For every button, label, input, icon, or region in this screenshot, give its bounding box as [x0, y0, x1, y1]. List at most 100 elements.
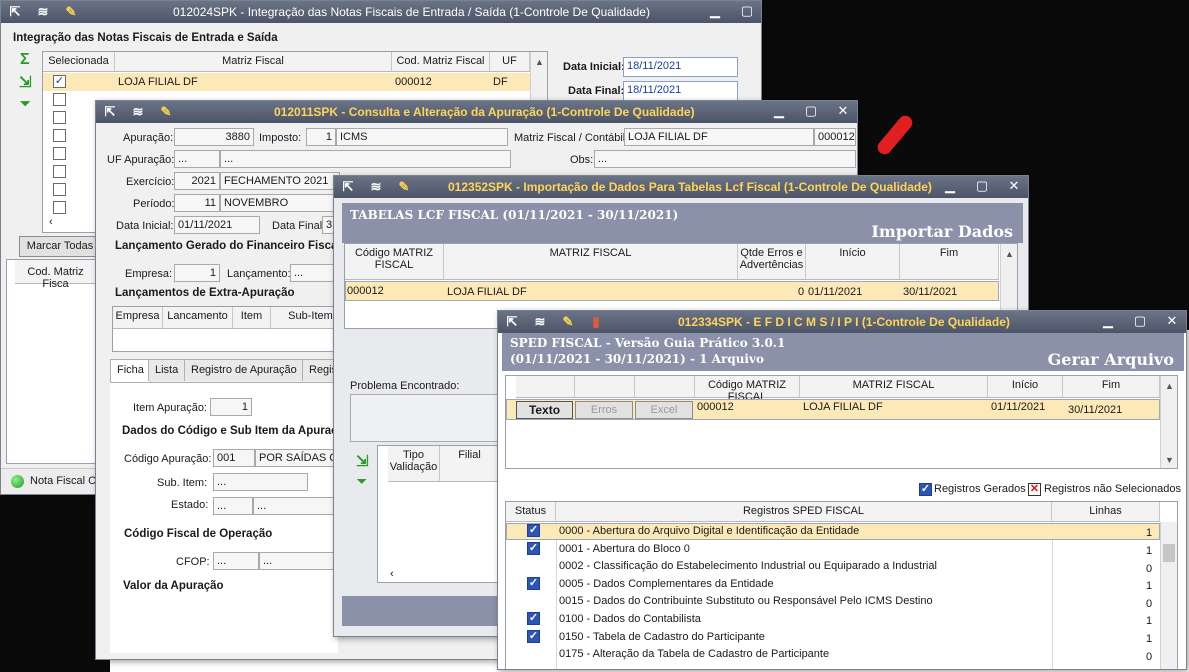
- col-matriz-fiscal[interactable]: MATRIZ FISCAL: [800, 376, 988, 398]
- lancamento-field[interactable]: ...: [290, 264, 338, 282]
- importar-dados-action[interactable]: Importar Dados: [871, 222, 1013, 241]
- window-titlebar[interactable]: ⇱ ≋ ✎ 012011SPK - Consulta e Alteração d…: [96, 101, 857, 123]
- col-linhas[interactable]: Linhas: [1052, 502, 1160, 522]
- row-checkbox[interactable]: [53, 111, 66, 124]
- wrench-icon[interactable]: ✎: [63, 4, 79, 20]
- extra-apuracao-grid[interactable]: Empresa Lancamento Item Sub-Item: [112, 306, 350, 352]
- sigma-icon[interactable]: Σ: [20, 51, 30, 69]
- settings-icon[interactable]: ≋: [532, 314, 548, 330]
- col-codigo-matriz[interactable]: Código MATRIZ FISCAL: [695, 376, 800, 403]
- status-checkbox[interactable]: ✓: [527, 612, 540, 625]
- status-checkbox[interactable]: ✓: [527, 524, 540, 537]
- close-button[interactable]: ✕: [1164, 313, 1180, 329]
- book-icon[interactable]: ▮: [588, 314, 604, 330]
- close-button[interactable]: ✕: [835, 103, 851, 119]
- scroll-left-icon[interactable]: ‹: [49, 216, 53, 228]
- col-registros[interactable]: Registros SPED FISCAL: [556, 502, 1052, 522]
- scroll-left-icon[interactable]: ‹: [390, 568, 394, 580]
- row-checkbox[interactable]: [53, 147, 66, 160]
- wrench-icon[interactable]: ✎: [158, 104, 174, 120]
- filter-icon[interactable]: ⏷: [20, 96, 30, 112]
- excel-button[interactable]: Excel: [635, 401, 693, 419]
- scroll-up-icon[interactable]: ▲: [1161, 378, 1177, 394]
- table-row-selected[interactable]: [345, 281, 999, 301]
- row-checkbox[interactable]: [53, 165, 66, 178]
- export-icon[interactable]: ⇲: [356, 452, 369, 470]
- row-checkbox[interactable]: [53, 183, 66, 196]
- matriz-code-field[interactable]: 000012: [814, 128, 856, 146]
- col-item[interactable]: Item: [233, 307, 271, 329]
- col-lancamento[interactable]: Lancamento: [163, 307, 233, 329]
- uf-code-field[interactable]: ...: [174, 150, 220, 168]
- col-matriz-fiscal[interactable]: MATRIZ FISCAL: [444, 244, 738, 280]
- window-menu-icon[interactable]: ⇱: [102, 104, 118, 120]
- registros-grid[interactable]: Status Registros SPED FISCAL Linhas ✓ 00…: [505, 501, 1178, 669]
- settings-icon[interactable]: ≋: [368, 179, 384, 195]
- window-titlebar[interactable]: ⇱ ≋ ✎ 012024SPK - Integração das Notas F…: [1, 1, 761, 23]
- matriz-field[interactable]: LOJA FILIAL DF: [624, 128, 814, 146]
- marcar-todas-button[interactable]: Marcar Todas: [19, 236, 101, 257]
- vertical-scrollbar[interactable]: [1160, 522, 1177, 669]
- col-filial[interactable]: Filial: [440, 446, 498, 482]
- validacao-grid[interactable]: Tipo Validação Filial ‹: [377, 445, 499, 583]
- status-checkbox[interactable]: ✓: [527, 630, 540, 643]
- periodo-field[interactable]: 11: [174, 194, 220, 212]
- row-checkbox[interactable]: [53, 201, 66, 214]
- tab-registro-apuracao[interactable]: Registro de Apuração: [184, 359, 304, 381]
- status-checkbox[interactable]: ✓: [527, 577, 540, 590]
- settings-icon[interactable]: ≋: [35, 4, 51, 20]
- maximize-button[interactable]: ▢: [739, 3, 755, 19]
- data-final-field[interactable]: 18/11/2021: [623, 81, 738, 101]
- exercicio-field[interactable]: 2021: [174, 172, 220, 190]
- row-checkbox[interactable]: [53, 129, 66, 142]
- codigo-apuracao-desc-field[interactable]: POR SAÍDAS COM DÉBITO: [255, 449, 335, 467]
- problema-field[interactable]: [350, 394, 500, 442]
- window-menu-icon[interactable]: ⇱: [504, 314, 520, 330]
- wrench-icon[interactable]: ✎: [396, 179, 412, 195]
- scroll-down-icon[interactable]: ▼: [1161, 452, 1177, 468]
- item-apuracao-field[interactable]: 1: [210, 398, 252, 416]
- cfop-code-field[interactable]: ...: [213, 552, 259, 570]
- scroll-up-icon[interactable]: ▲: [1001, 246, 1017, 262]
- tab-lista[interactable]: Lista: [148, 359, 186, 381]
- col-fim[interactable]: Fim: [900, 244, 999, 280]
- col-empresa[interactable]: Empresa: [113, 307, 163, 329]
- minimize-button[interactable]: ▁: [771, 103, 787, 119]
- window-menu-icon[interactable]: ⇱: [340, 179, 356, 195]
- empresa-field[interactable]: 1: [174, 264, 220, 282]
- settings-icon[interactable]: ≋: [130, 104, 146, 120]
- window-menu-icon[interactable]: ⇱: [7, 4, 23, 20]
- data-inicial-field[interactable]: 01/11/2021: [174, 216, 260, 234]
- texto-button[interactable]: Texto: [516, 401, 573, 419]
- scroll-thumb[interactable]: [1163, 544, 1175, 562]
- exercicio-desc-field[interactable]: FECHAMENTO 2021: [220, 172, 340, 190]
- row-checkbox[interactable]: ✓: [53, 75, 66, 88]
- window-titlebar[interactable]: ⇱ ≋ ✎ 012352SPK - Importação de Dados Pa…: [334, 176, 1028, 198]
- wrench-icon[interactable]: ✎: [560, 314, 576, 330]
- erros-button[interactable]: Erros: [575, 401, 633, 419]
- tab-ficha[interactable]: Ficha: [110, 359, 151, 382]
- export-icon[interactable]: ⇲: [19, 73, 32, 91]
- periodo-desc-field[interactable]: NOVEMBRO: [220, 194, 340, 212]
- cod-matriz-grid[interactable]: Cod. Matriz Fisca: [6, 259, 96, 464]
- minimize-button[interactable]: ▁: [942, 178, 958, 194]
- col-status[interactable]: Status: [506, 502, 556, 522]
- obs-field[interactable]: ...: [594, 150, 856, 168]
- codigo-apuracao-field[interactable]: 001: [213, 449, 255, 467]
- close-button[interactable]: ✕: [1006, 178, 1022, 194]
- gerar-arquivo-action[interactable]: Gerar Arquivo: [1048, 350, 1174, 369]
- col-cod-matriz-fiscal[interactable]: Cod. Matriz Fisca: [15, 260, 95, 290]
- col-fim[interactable]: Fim: [1063, 376, 1160, 398]
- uf-desc-field[interactable]: ...: [220, 150, 511, 168]
- col-matriz-fiscal[interactable]: Matriz Fiscal: [115, 52, 392, 72]
- maximize-button[interactable]: ▢: [974, 178, 990, 194]
- col-selecionada[interactable]: Selecionada: [43, 52, 115, 72]
- col-tipo-validacao[interactable]: Tipo Validação: [388, 446, 440, 482]
- col-uf[interactable]: UF: [490, 52, 530, 72]
- col-qtde-erros[interactable]: Qtde Erros e Advertências: [738, 244, 806, 280]
- vertical-scrollbar[interactable]: ▲ ▼: [1160, 376, 1177, 468]
- scroll-up-icon[interactable]: ▲: [531, 54, 547, 70]
- arquivo-grid[interactable]: Código MATRIZ FISCAL MATRIZ FISCAL Iníci…: [505, 375, 1178, 469]
- status-checkbox[interactable]: ✓: [527, 542, 540, 555]
- minimize-button[interactable]: ▁: [1100, 313, 1116, 329]
